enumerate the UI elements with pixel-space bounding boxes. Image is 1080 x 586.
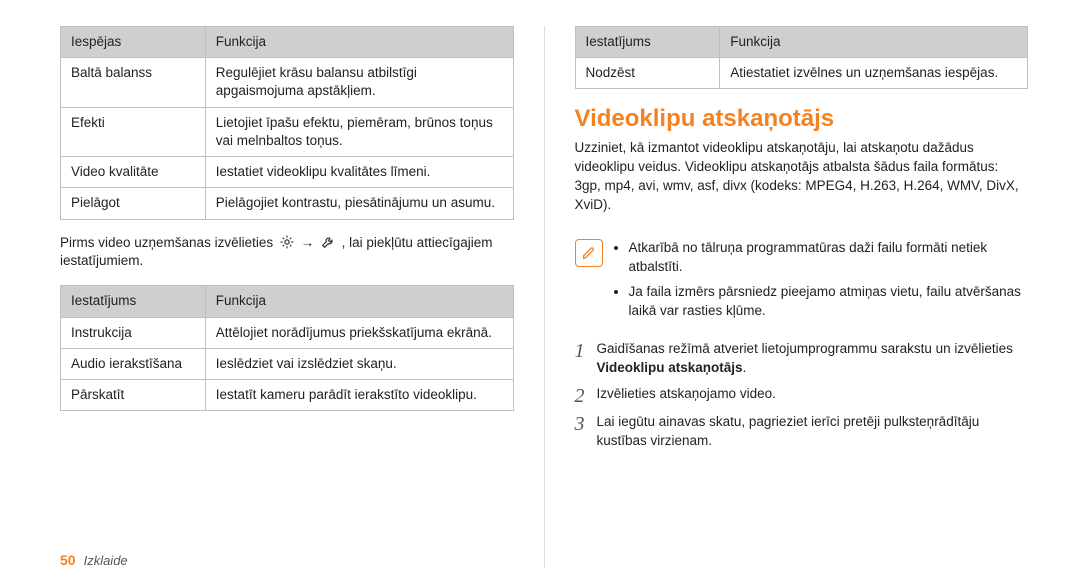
step-body: Izvēlieties atskaņojamo video. xyxy=(597,384,1029,406)
table-row: Efekti Lietojiet īpašu efektu, piemēram,… xyxy=(61,107,514,156)
table-header: Iestatījums Funkcija xyxy=(61,286,514,317)
table-header: Iespējas Funkcija xyxy=(61,27,514,58)
settings-hint: Pirms video uzņemšanas izvēlieties → , l… xyxy=(60,234,514,272)
page-number: 50 xyxy=(60,552,76,568)
th-function: Funkcija xyxy=(205,286,513,317)
table-row: Video kvalitāte Iestatiet videoklipu kva… xyxy=(61,157,514,188)
th-setting: Iestatījums xyxy=(61,286,206,317)
step-bold: Videoklipu atskaņotājs xyxy=(597,360,743,375)
table-row: Pārskatīt Iestatīt kameru parādīt ieraks… xyxy=(61,379,514,410)
settings-table-2: Iestatījums Funkcija Instrukcija Attēloj… xyxy=(60,285,514,411)
table-row: Audio ierakstīšana Ieslēdziet vai izslēd… xyxy=(61,348,514,379)
step-number: 2 xyxy=(575,384,597,406)
left-column: Iespējas Funkcija Baltā balanss Regulēji… xyxy=(60,26,545,568)
th-setting: Iestatījums xyxy=(575,27,720,58)
arrow-text: → xyxy=(301,235,318,250)
step-body: Lai iegūtu ainavas skatu, pagrieziet ier… xyxy=(597,412,1029,451)
wrench-icon xyxy=(320,234,336,250)
table-header: Iestatījums Funkcija xyxy=(575,27,1028,58)
page: Iespējas Funkcija Baltā balanss Regulēji… xyxy=(0,0,1080,586)
note-item: Atkarībā no tālruņa programmatūras daži … xyxy=(629,239,1029,277)
step-text: Lai iegūtu ainavas skatu, pagrieziet ier… xyxy=(597,414,980,449)
cell-function: Regulējiet krāsu balansu atbilstīgi apga… xyxy=(205,58,513,107)
table-row: Nodzēst Atiestatiet izvēlnes un uzņemšan… xyxy=(575,58,1028,89)
note-icon xyxy=(575,239,603,267)
cell-function: Ieslēdziet vai izslēdziet skaņu. xyxy=(205,348,513,379)
step-body: Gaidīšanas režīmā atveriet lietojumprogr… xyxy=(597,339,1029,378)
cell-function: Lietojiet īpašu efektu, piemēram, brūnos… xyxy=(205,107,513,156)
cell-setting: Instrukcija xyxy=(61,317,206,348)
cell-function: Iestatiet videoklipu kvalitātes līmeni. xyxy=(205,157,513,188)
note-list: Atkarībā no tālruņa programmatūras daži … xyxy=(613,239,1029,327)
cell-option: Video kvalitāte xyxy=(61,157,206,188)
cell-function: Atiestatiet izvēlnes un uzņemšanas iespē… xyxy=(720,58,1028,89)
step: 1 Gaidīšanas režīmā atveriet lietojumpro… xyxy=(575,339,1029,378)
cell-function: Pielāgojiet kontrastu, piesātinājumu un … xyxy=(205,188,513,219)
note-box: Atkarībā no tālruņa programmatūras daži … xyxy=(575,239,1029,327)
text-part: Pirms video uzņemšanas izvēlieties xyxy=(60,235,277,250)
cell-setting: Nodzēst xyxy=(575,58,720,89)
step: 2 Izvēlieties atskaņojamo video. xyxy=(575,384,1029,406)
th-function: Funkcija xyxy=(205,27,513,58)
step-text: Gaidīšanas režīmā atveriet lietojumprogr… xyxy=(597,341,1013,356)
intro-paragraph: Uzziniet, kā izmantot videoklipu atskaņo… xyxy=(575,139,1029,215)
cell-option: Pielāgot xyxy=(61,188,206,219)
th-option: Iespējas xyxy=(61,27,206,58)
table-row: Instrukcija Attēlojiet norādījumus priek… xyxy=(61,317,514,348)
note-item: Ja faila izmērs pārsniedz pieejamo atmiņ… xyxy=(629,283,1029,321)
page-footer: 50 Izklaide xyxy=(60,552,514,568)
step: 3 Lai iegūtu ainavas skatu, pagrieziet i… xyxy=(575,412,1029,451)
steps: 1 Gaidīšanas režīmā atveriet lietojumpro… xyxy=(575,339,1029,457)
gear-icon xyxy=(279,234,295,250)
cell-option: Efekti xyxy=(61,107,206,156)
cell-setting: Audio ierakstīšana xyxy=(61,348,206,379)
step-text: . xyxy=(743,360,747,375)
cell-function: Attēlojiet norādījumus priekšskatījuma e… xyxy=(205,317,513,348)
table-row: Baltā balanss Regulējiet krāsu balansu a… xyxy=(61,58,514,107)
cell-function: Iestatīt kameru parādīt ierakstīto video… xyxy=(205,379,513,410)
section-name: Izklaide xyxy=(84,553,128,568)
section-title: Videoklipu atskaņotājs xyxy=(575,105,1029,133)
th-function: Funkcija xyxy=(720,27,1028,58)
step-number: 1 xyxy=(575,339,597,378)
settings-table-3: Iestatījums Funkcija Nodzēst Atiestatiet… xyxy=(575,26,1029,89)
step-number: 3 xyxy=(575,412,597,451)
cell-option: Baltā balanss xyxy=(61,58,206,107)
right-column: Iestatījums Funkcija Nodzēst Atiestatiet… xyxy=(545,26,1029,568)
cell-setting: Pārskatīt xyxy=(61,379,206,410)
options-table-1: Iespējas Funkcija Baltā balanss Regulēji… xyxy=(60,26,514,220)
step-text: Izvēlieties atskaņojamo video. xyxy=(597,386,776,401)
table-row: Pielāgot Pielāgojiet kontrastu, piesātin… xyxy=(61,188,514,219)
